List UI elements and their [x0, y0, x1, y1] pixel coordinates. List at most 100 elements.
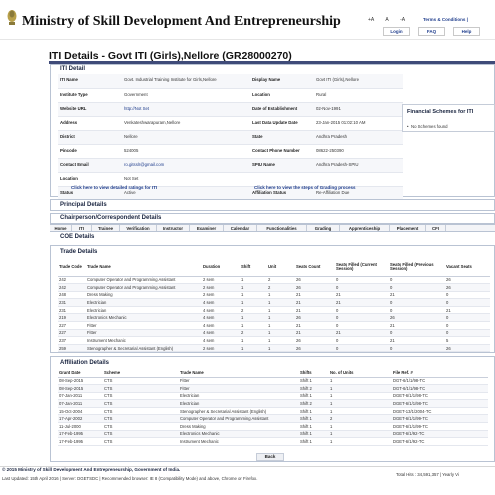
- table-cell: 1: [329, 430, 392, 439]
- table-cell: 17-Feb-1995: [58, 430, 103, 439]
- table-cell: Electrician: [86, 298, 202, 307]
- table-row: 17-Feb-1995 CTS Instrument Mechanic Shift 1…: [58, 437, 488, 446]
- trade-column-header: Seats Count: [295, 259, 335, 277]
- tab-functionalities[interactable]: Functionalities: [257, 225, 307, 231]
- info-label: Location: [250, 88, 314, 103]
- font-default-button[interactable]: A: [385, 17, 388, 23]
- tab-placement[interactable]: Placement: [390, 225, 426, 231]
- table-cell: 26: [295, 336, 335, 345]
- table-cell: 4 sem: [202, 329, 240, 338]
- table-cell: 1: [267, 344, 295, 353]
- table-cell: DGET-6/1/1/98-TC: [392, 392, 488, 401]
- info-value[interactable]: http://Not Set: [122, 102, 250, 117]
- tab-home[interactable]: Home: [50, 225, 72, 231]
- table-row: 248 Dress Making 2 sem 1 1 21 21 21 0: [58, 291, 490, 300]
- info-label: Address: [58, 116, 122, 131]
- table-cell: 08-Sep-2015: [58, 377, 103, 386]
- table-cell: 1: [267, 306, 295, 315]
- table-cell: DGET-6/1/1/99-TC: [392, 422, 488, 431]
- table-cell: 0: [335, 306, 389, 315]
- table-cell: 227: [58, 329, 86, 338]
- table-cell: 21: [389, 321, 445, 330]
- tab-trainee[interactable]: Trainee: [92, 225, 120, 231]
- tab-apprenticeship[interactable]: Apprenticeship: [340, 225, 390, 231]
- table-cell: 1: [240, 336, 267, 345]
- tab-calendar[interactable]: Calendar: [224, 225, 257, 231]
- tab-iti[interactable]: ITI: [72, 225, 92, 231]
- table-cell: 1: [240, 291, 267, 300]
- info-value: 08622-250390: [314, 144, 403, 159]
- table-cell: 0: [335, 321, 389, 330]
- info-value: Andhra Pradesh: [314, 130, 403, 145]
- info-label: [250, 172, 314, 187]
- table-cell: 0: [389, 344, 445, 353]
- table-cell: 0: [389, 298, 445, 307]
- principal-panel: [50, 199, 495, 211]
- financial-schemes-box: Financial Schemes for ITI No Schemes fou…: [402, 104, 495, 132]
- table-cell: 0: [445, 298, 490, 307]
- section-tab-bar: Home ITI Trainee Verification Instructor Exam…: [50, 224, 495, 232]
- back-button[interactable]: Back: [256, 453, 284, 461]
- tab-instructor[interactable]: Instructor: [157, 225, 190, 231]
- table-row: 219 Electronics Mechanic 4 sem 1 1 26 0 26 0: [58, 313, 490, 323]
- table-cell: 231: [58, 298, 86, 307]
- help-link[interactable]: Help: [453, 27, 480, 36]
- table-cell: 2: [267, 283, 295, 292]
- iti-detail-heading: ITI Detail: [60, 66, 86, 72]
- table-cell: 0: [445, 313, 490, 323]
- table-cell: 1: [329, 422, 392, 431]
- info-label: District: [58, 130, 122, 145]
- info-row: Address Venkateshwarapuram,Nellore Last Da…: [58, 116, 403, 131]
- affiliation-column-header: File Ref. #: [392, 369, 488, 378]
- principal-heading[interactable]: Principal Details: [60, 202, 107, 208]
- chairperson-heading[interactable]: Chairperson/Correspondent Details: [60, 215, 161, 221]
- tab-verification[interactable]: Verification: [120, 225, 157, 231]
- info-value: Venkateshwarapuram,Nellore: [122, 116, 250, 131]
- table-cell: CTS: [103, 392, 179, 401]
- table-cell: 2 sem: [202, 291, 240, 300]
- font-increase-button[interactable]: +A: [368, 17, 374, 23]
- table-cell: Fitter: [86, 329, 202, 338]
- table-cell: Computer Operator and Programming Assist…: [86, 283, 202, 292]
- table-cell: 242: [58, 283, 86, 292]
- trade-column-header: Unit: [267, 259, 295, 277]
- table-cell: 219: [58, 313, 86, 323]
- tab-grading[interactable]: Grading: [307, 225, 340, 231]
- table-cell: Dress Making: [86, 291, 202, 300]
- table-cell: 1: [267, 291, 295, 300]
- table-cell: 0: [335, 283, 389, 292]
- table-cell: 231: [58, 306, 86, 315]
- trade-column-header: Vacant Seats: [445, 259, 490, 277]
- table-row: 259 Stenographer & Secretarial Assistant …: [58, 344, 490, 353]
- table-cell: 26: [295, 313, 335, 323]
- site-title[interactable]: Ministry of Skill Development And Entrep…: [22, 14, 341, 30]
- table-cell: Instrument Mechanic: [86, 336, 202, 345]
- table-cell: 26: [295, 276, 335, 285]
- view-ratings-link[interactable]: Click here to view detailed ratings for …: [71, 185, 157, 190]
- tab-examiner[interactable]: Examiner: [190, 225, 224, 231]
- login-link[interactable]: Login: [383, 27, 410, 36]
- table-cell: 15-Oct-2004: [58, 407, 103, 416]
- coe-heading[interactable]: COE Details: [60, 234, 94, 240]
- table-row: 07-Jan-2011 CTS Electrician Shift 2 1 DGET-6/…: [58, 399, 488, 408]
- grading-steps-link[interactable]: Click here to view the steps of Grading …: [254, 185, 356, 190]
- table-cell: 1: [267, 298, 295, 307]
- trade-table: Trade Code Trade Name Duration Shift Unit Sea…: [58, 259, 490, 353]
- trade-column-header: Seats Filled (Previous Session): [389, 259, 445, 277]
- table-cell: Stenographer & Secretarial Assistant (En…: [179, 407, 299, 416]
- table-row: 242 Computer Operator and Programming Ass…: [58, 283, 490, 292]
- info-label: Display Name: [250, 74, 314, 89]
- trade-column-header: Trade Code: [58, 259, 86, 277]
- table-cell: 17-Feb-1995: [58, 437, 103, 446]
- table-cell: 1: [267, 321, 295, 330]
- tab-cfi[interactable]: CFI: [426, 225, 446, 231]
- info-value: Not Set: [122, 172, 250, 187]
- table-cell: Computer Operator and Programming Assist…: [179, 414, 299, 424]
- table-cell: 1: [329, 399, 392, 408]
- terms-link[interactable]: Terms & Conditions |: [423, 17, 468, 22]
- info-value[interactable]: ro.gitsslr@gmail.com: [122, 158, 250, 173]
- table-cell: CTS: [103, 437, 179, 446]
- faq-link[interactable]: FAQ: [418, 27, 445, 36]
- info-value: Andhra Pradesh-SPIU: [314, 158, 403, 173]
- font-decrease-button[interactable]: -A: [400, 17, 405, 23]
